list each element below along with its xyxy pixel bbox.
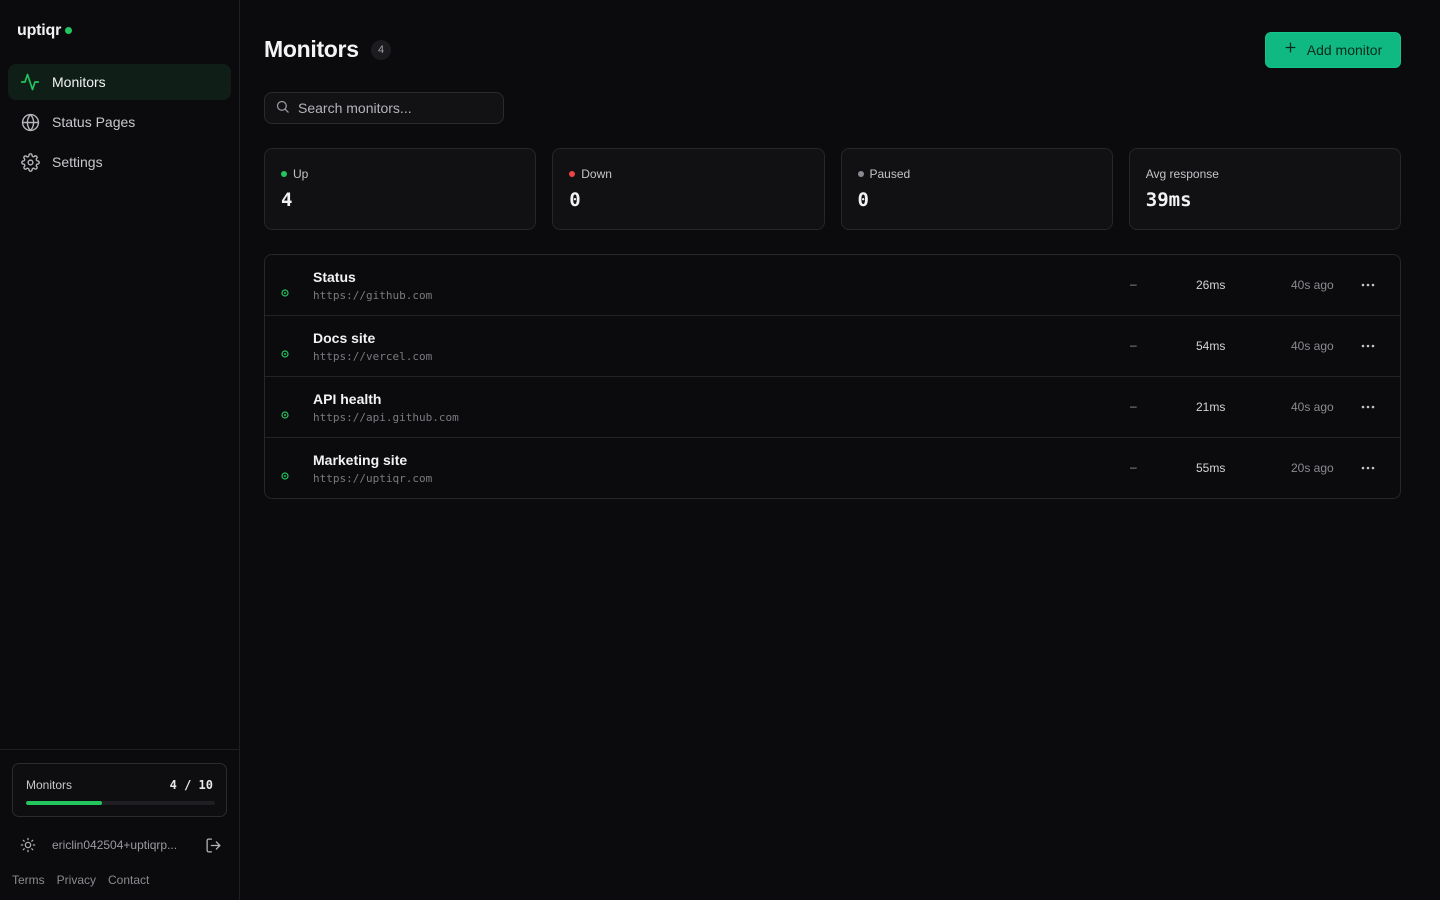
monitor-name: Status [313,269,356,285]
stat-value-up: 4 [281,189,293,211]
stat-label-up: Up [281,167,308,181]
theme-toggle-sun-icon[interactable] [19,836,37,854]
sidebar-footer: Monitors 4 / 10 ericlin042504+uptiqrp...… [0,749,239,900]
up-status-icon [281,284,289,297]
monitor-row[interactable]: API health https://api.github.com – 21ms… [265,377,1400,438]
stats-row: Up 4 Down 0 Paused 0 Avg response 39ms [264,148,1401,230]
stat-card-up: Up 4 [264,148,537,230]
sidebar-item-monitors[interactable]: Monitors [8,64,231,100]
monitor-name: Marketing site [313,452,408,468]
stat-label-text: Up [293,167,309,181]
user-email: ericlin042504+uptiqrp... [52,838,178,852]
main-content: Monitors 4 Add monitor Up 4 Down 0 [240,0,1440,900]
user-row: ericlin042504+uptiqrp... [19,836,223,854]
sidebar-item-label: Status Pages [52,114,136,130]
logout-icon[interactable] [204,836,222,854]
monitor-row[interactable]: Status https://github.com – 26ms 40s ago [265,255,1400,316]
monitor-uptime: – [1130,460,1137,474]
search-icon [275,99,290,117]
monitor-response-time: 26ms [1196,278,1226,292]
monitor-response-time: 55ms [1196,461,1226,475]
contact-link[interactable]: Contact [108,873,149,887]
monitor-response-time: 54ms [1196,339,1226,353]
brand-status-dot [65,26,73,34]
brand-logo[interactable]: uptiqr [17,22,73,40]
quota-progress-fill [26,801,102,805]
quota-label: Monitors [26,778,73,792]
stat-label-down: Down [569,167,612,181]
add-monitor-button[interactable]: Add monitor [1265,32,1401,68]
search-input[interactable] [298,100,488,116]
monitor-row[interactable]: Marketing site https://uptiqr.com – 55ms… [265,438,1400,498]
down-status-dot [569,171,576,177]
stat-label-text: Paused [869,167,911,181]
stat-card-paused: Paused 0 [840,148,1113,230]
brand-name: uptiqr [17,22,62,39]
monitor-name: API health [313,391,382,407]
monitor-count-badge: 4 [371,40,391,60]
up-status-icon [281,345,289,358]
up-status-icon [281,406,289,419]
monitor-url: https://api.github.com [313,411,459,424]
monitor-quota-card: Monitors 4 / 10 [12,763,227,817]
monitor-last-checked: 40s ago [1291,400,1334,414]
quota-count: 4 / 10 [169,778,213,792]
stat-value-down: 0 [569,189,581,211]
gear-icon [20,152,40,172]
terms-link[interactable]: Terms [12,873,45,887]
stat-value-paused: 0 [857,189,869,211]
stat-label-avg-response: Avg response [1145,167,1219,181]
monitor-row[interactable]: Docs site https://vercel.com – 54ms 40s … [265,316,1400,377]
add-monitor-label: Add monitor [1306,42,1383,58]
more-options-icon[interactable] [1358,276,1378,294]
stat-value-avg-response: 39ms [1145,189,1192,211]
monitor-last-checked: 40s ago [1291,339,1334,353]
search-box [264,92,504,124]
monitor-url: https://github.com [313,289,433,302]
monitor-name: Docs site [313,330,376,346]
more-options-icon[interactable] [1358,459,1378,477]
paused-status-dot [857,171,864,177]
stat-card-avg-response: Avg response 39ms [1128,148,1401,230]
monitor-uptime: – [1130,277,1137,291]
quota-progress-bar [26,801,215,805]
stat-card-down: Down 0 [552,148,825,230]
monitor-last-checked: 20s ago [1291,461,1334,475]
sidebar-item-label: Monitors [52,74,106,90]
monitor-uptime: – [1130,338,1137,352]
activity-icon [20,72,40,92]
sidebar-item-label: Settings [52,154,103,170]
globe-icon [20,112,40,132]
sidebar-nav: Monitors Status Pages Settings [8,64,231,184]
stat-label-paused: Paused [857,167,911,181]
more-options-icon[interactable] [1358,337,1378,355]
monitor-url: https://vercel.com [313,350,433,363]
plus-icon [1284,41,1297,59]
sidebar-item-settings[interactable]: Settings [8,144,231,180]
privacy-link[interactable]: Privacy [57,873,96,887]
monitor-url: https://uptiqr.com [313,472,433,485]
monitor-last-checked: 40s ago [1291,278,1334,292]
footer-links: Terms Privacy Contact [12,873,149,887]
up-status-icon [281,467,289,480]
monitor-list: Status https://github.com – 26ms 40s ago… [264,254,1401,499]
page-title: Monitors [264,36,359,62]
more-options-icon[interactable] [1358,398,1378,416]
sidebar-item-status-pages[interactable]: Status Pages [8,104,231,140]
up-status-dot [281,171,287,177]
stat-label-text: Down [581,167,612,181]
monitor-uptime: – [1130,399,1137,413]
sidebar: uptiqr Monitors Status Pages Settings Mo… [0,0,240,900]
monitor-response-time: 21ms [1196,400,1226,414]
